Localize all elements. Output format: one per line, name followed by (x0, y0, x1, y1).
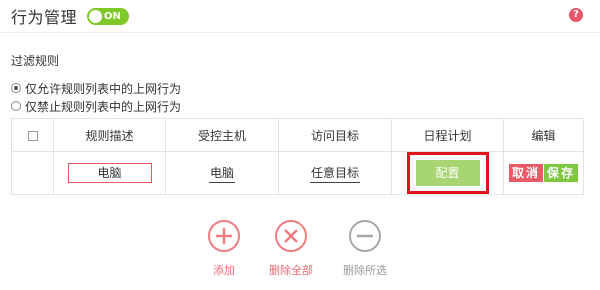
help-icon[interactable]: ? (569, 8, 583, 22)
schedule-config-button[interactable]: 配置 (415, 160, 480, 186)
select-all-cell (11, 118, 54, 152)
edit-cell: 取消 保存 (503, 151, 584, 195)
select-all-checkbox[interactable] (27, 130, 38, 141)
radio-allow-option[interactable]: 仅允许规则列表中的上网行为 (11, 80, 181, 96)
save-button[interactable]: 保存 (544, 164, 579, 182)
close-icon (275, 220, 307, 252)
row-select-cell (11, 151, 54, 195)
rule-description-input[interactable]: 电脑 (67, 163, 152, 183)
header: 行为管理 ON (11, 4, 130, 28)
radio-button[interactable] (11, 101, 21, 111)
toggle-label: ON (104, 10, 121, 22)
toggle-knob (89, 9, 103, 23)
description-cell: 电脑 (53, 151, 166, 195)
minus-icon (349, 220, 381, 252)
radio-deny-label: 仅禁止规则列表中的上网行为 (25, 99, 182, 114)
delete-all-button[interactable]: 删除全部 (251, 220, 331, 278)
table-row: 电脑 电脑 任意目标 配置 取消 保存 (11, 151, 584, 195)
access-target-select[interactable]: 任意目标 (309, 164, 360, 183)
plus-icon (208, 220, 240, 252)
host-cell: 电脑 (165, 151, 279, 195)
header-schedule: 日程计划 (391, 118, 504, 152)
header-divider (0, 32, 600, 33)
section-title: 过滤规则 (11, 54, 60, 68)
delete-selected-button[interactable]: 删除所选 (325, 220, 405, 278)
cancel-button[interactable]: 取消 (508, 164, 543, 182)
behavior-toggle[interactable]: ON (87, 7, 130, 25)
radio-deny-option[interactable]: 仅禁止规则列表中的上网行为 (11, 98, 181, 114)
delete-selected-label: 删除所选 (343, 264, 387, 277)
target-cell: 任意目标 (278, 151, 392, 195)
header-access-target: 访问目标 (278, 118, 392, 152)
delete-all-label: 删除全部 (269, 264, 313, 277)
schedule-cell: 配置 (391, 151, 504, 195)
header-controlled-host: 受控主机 (165, 118, 279, 152)
header-rule-description: 规则描述 (53, 118, 166, 152)
radio-button-checked[interactable] (11, 83, 21, 93)
header-edit: 编辑 (503, 118, 584, 152)
highlight-box: 配置 (406, 152, 489, 194)
controlled-host-select[interactable]: 电脑 (208, 164, 235, 183)
page-title: 行为管理 (11, 8, 78, 27)
radio-allow-label: 仅允许规则列表中的上网行为 (25, 81, 182, 96)
table-header-row: 规则描述 受控主机 访问目标 日程计划 编辑 (11, 118, 584, 152)
rules-table: 规则描述 受控主机 访问目标 日程计划 编辑 电脑 电脑 任意目标 配置 取消 … (11, 118, 584, 195)
